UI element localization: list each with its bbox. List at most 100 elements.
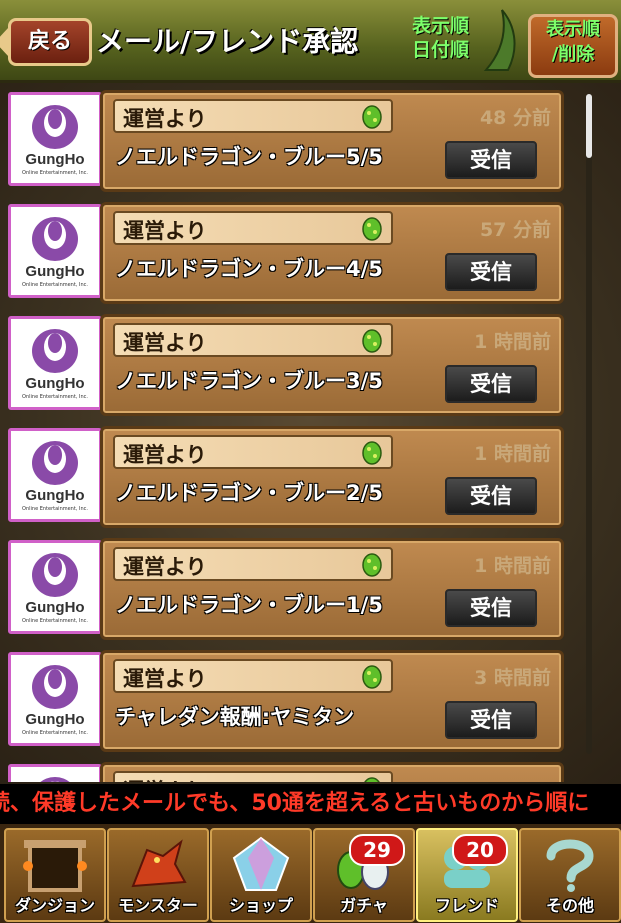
mail-sender: 運営より <box>123 775 207 782</box>
nav-label: モンスター <box>118 896 198 915</box>
egg-icon <box>362 665 382 689</box>
mail-card[interactable]: 運営より 1 時間前 ノエルドラゴン・ブルー2/5 受信 <box>100 426 564 528</box>
mail-sender: 運営より <box>123 443 207 467</box>
nav-label: ガチャ <box>340 896 388 915</box>
mail-sender: 運営より <box>123 667 207 691</box>
gungho-logo-icon <box>32 553 78 597</box>
egg-icon <box>362 105 382 129</box>
sender-bar: 運営より <box>113 323 393 357</box>
mail-sender: 運営より <box>123 331 207 355</box>
mail-subject: ノエルドラゴン・ブルー1/5 <box>115 593 383 617</box>
sender-avatar: GungHo Online Entertainment, Inc. <box>8 652 102 746</box>
sender-bar: 運営より <box>113 435 393 469</box>
nav-label: フレンド <box>434 896 499 915</box>
sender-avatar: GungHo Online Entertainment, Inc. <box>8 204 102 298</box>
sort-delete-button[interactable]: 表示順 /削除 <box>528 14 618 78</box>
dungeon-gate-icon <box>20 836 90 896</box>
dragon-horn-icon <box>483 9 516 71</box>
sender-bar: 運営より <box>113 659 393 693</box>
scrollbar[interactable] <box>586 94 592 754</box>
egg-icon <box>362 217 382 241</box>
mail-subject: ノエルドラゴン・ブルー3/5 <box>115 369 383 393</box>
receive-button[interactable]: 受信 <box>445 141 537 179</box>
mail-subject: ノエルドラゴン・ブルー5/5 <box>115 145 383 169</box>
mail-time: 48 分前 <box>479 107 551 129</box>
mail-card[interactable]: 運営より 1 時間前 ノエルドラゴン・ブルー1/5 受信 <box>100 538 564 640</box>
mail-card[interactable]: 運営より 57 分前 ノエルドラゴン・ブルー4/5 受信 <box>100 202 564 304</box>
mail-time: 57 分前 <box>479 219 551 241</box>
mail-card[interactable]: 運営より 3 時間前 チャレダン報酬:ヤミタン 受信 <box>100 650 564 752</box>
egg-icon <box>362 441 382 465</box>
mail-sender: 運営より <box>123 107 207 131</box>
header-bar: 戻る メール/フレンド承認 表示順 日付順 表示順 /削除 <box>0 0 621 83</box>
mail-list[interactable]: GungHo Online Entertainment, Inc. 運営より 4… <box>0 82 621 782</box>
nav-friends[interactable]: 20 フレンド <box>416 828 518 922</box>
red-dragon-icon <box>123 836 193 896</box>
mail-row[interactable]: GungHo Online Entertainment, Inc. 運営より 3… <box>8 646 564 752</box>
nav-label: ショップ <box>228 896 293 915</box>
avatar-brand: GungHo <box>25 599 85 616</box>
avatar-subtitle: Online Entertainment, Inc. <box>22 282 88 288</box>
avatar-brand: GungHo <box>25 711 85 728</box>
page-title: メール/フレンド承認 <box>96 25 359 58</box>
mail-time: 1 時間前 <box>474 443 551 465</box>
receive-button[interactable]: 受信 <box>445 253 537 291</box>
bottom-nav: ダンジョン モンスター ショップ 29 ガチャ 20 フレンド その他 <box>0 824 621 923</box>
avatar-subtitle: Online Entertainment, Inc. <box>22 394 88 400</box>
mail-card[interactable]: 運営より 1 時間前 ノエルドラゴン・ブルー3/5 受信 <box>100 314 564 416</box>
egg-icon <box>362 553 382 577</box>
avatar-brand: GungHo <box>25 151 85 168</box>
gungho-logo-icon <box>40 777 70 782</box>
sender-avatar: GungHo <box>8 764 102 782</box>
nav-rainbow-gem[interactable]: ショップ <box>210 828 312 922</box>
sender-avatar: GungHo Online Entertainment, Inc. <box>8 316 102 410</box>
sender-avatar: GungHo Online Entertainment, Inc. <box>8 92 102 186</box>
nav-red-dragon[interactable]: モンスター <box>107 828 209 922</box>
nav-label: ダンジョン <box>14 896 95 915</box>
mail-row[interactable]: GungHo Online Entertainment, Inc. 運営より 4… <box>8 86 564 192</box>
nav-eggs[interactable]: 29 ガチャ <box>313 828 415 922</box>
avatar-brand: GungHo <box>25 487 85 504</box>
nav-label: その他 <box>545 896 594 915</box>
back-button[interactable]: 戻る <box>0 18 92 66</box>
receive-button[interactable]: 受信 <box>445 701 537 739</box>
mail-sender: 運営より <box>123 219 207 243</box>
count-badge: 20 <box>452 834 508 866</box>
gungho-logo-icon <box>32 329 78 373</box>
avatar-brand: GungHo <box>25 263 85 280</box>
mail-time: 1 時間前 <box>474 331 551 353</box>
count-badge: 29 <box>349 834 405 866</box>
mail-subject: チャレダン報酬:ヤミタン <box>115 705 355 729</box>
mail-row[interactable]: GungHo 運営より <box>8 758 564 782</box>
mail-time: 3 時間前 <box>474 667 551 689</box>
sender-bar: 運営より <box>113 547 393 581</box>
gungho-logo-icon <box>32 441 78 485</box>
egg-icon <box>362 329 382 353</box>
gungho-logo-icon <box>32 105 78 149</box>
mail-row[interactable]: GungHo Online Entertainment, Inc. 運営より 5… <box>8 198 564 304</box>
nav-question-mark[interactable]: その他 <box>519 828 621 922</box>
avatar-subtitle: Online Entertainment, Inc. <box>22 506 88 512</box>
mail-time: 1 時間前 <box>474 555 551 577</box>
avatar-brand: GungHo <box>25 375 85 392</box>
gungho-logo-icon <box>32 217 78 261</box>
nav-dungeon-gate[interactable]: ダンジョン <box>4 828 106 922</box>
sender-bar: 運営より <box>113 211 393 245</box>
receive-button[interactable]: 受信 <box>445 477 537 515</box>
mail-card[interactable]: 運営より 48 分前 ノエルドラゴン・ブルー5/5 受信 <box>100 90 564 192</box>
scroll-thumb[interactable] <box>586 94 592 158</box>
mail-row[interactable]: GungHo Online Entertainment, Inc. 運営より 1… <box>8 534 564 640</box>
mail-row[interactable]: GungHo Online Entertainment, Inc. 運営より 1… <box>8 310 564 416</box>
question-mark-icon <box>535 836 605 896</box>
sender-avatar: GungHo Online Entertainment, Inc. <box>8 540 102 634</box>
mail-subject: ノエルドラゴン・ブルー4/5 <box>115 257 383 281</box>
mail-row[interactable]: GungHo Online Entertainment, Inc. 運営より 1… <box>8 422 564 528</box>
mail-sender: 運営より <box>123 555 207 579</box>
avatar-subtitle: Online Entertainment, Inc. <box>22 730 88 736</box>
egg-icon <box>364 777 380 782</box>
receive-button[interactable]: 受信 <box>445 589 537 627</box>
rainbow-gem-icon <box>226 836 296 896</box>
mail-subject: ノエルドラゴン・ブルー2/5 <box>115 481 383 505</box>
mail-card[interactable]: 運営より <box>100 762 564 782</box>
receive-button[interactable]: 受信 <box>445 365 537 403</box>
